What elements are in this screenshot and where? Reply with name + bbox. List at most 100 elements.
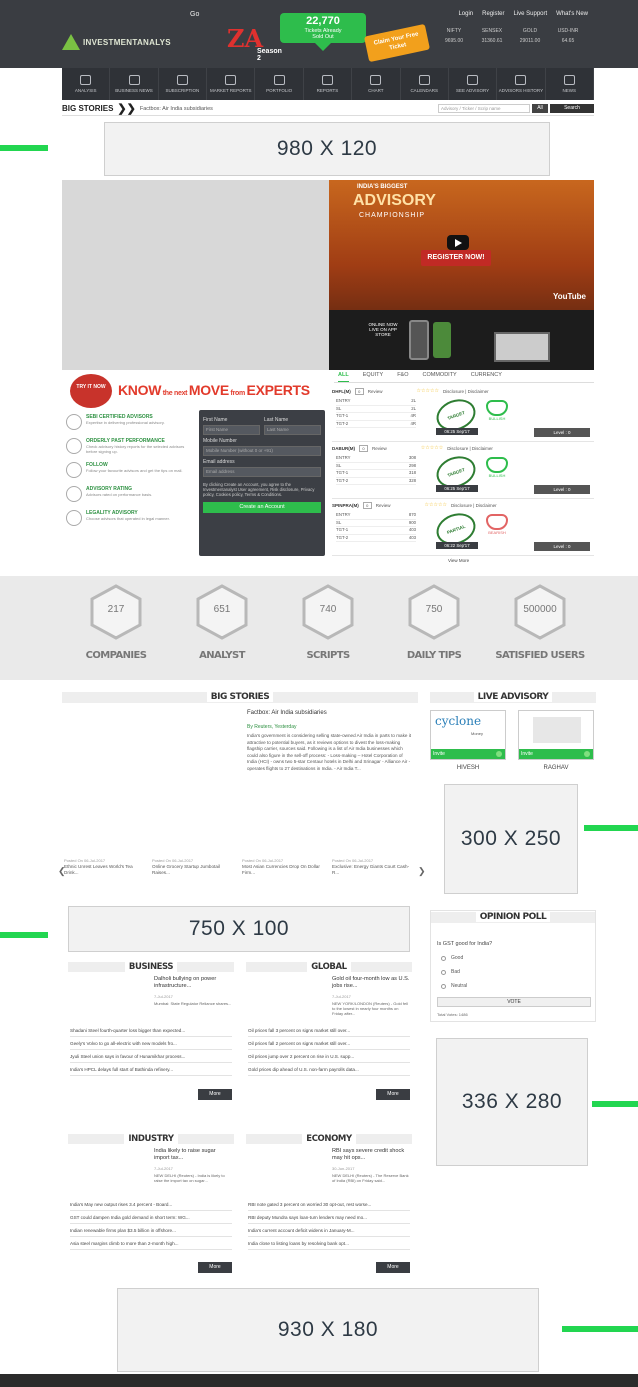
site-logo[interactable]: INVESTMENTANALYS [62, 30, 171, 54]
carousel-item[interactable]: Posted On 06-Jul-2017 Online Grocery Star… [152, 858, 234, 876]
news-link[interactable]: Oil prices fall 3 percent on signs marke… [248, 1024, 410, 1037]
news-title[interactable]: India likely to raise sugar import tax..… [154, 1148, 232, 1161]
news-link[interactable]: India's HPCL delays full start of Bathin… [70, 1063, 232, 1076]
review-link[interactable]: Review [368, 389, 383, 394]
poll-option[interactable]: Bad [441, 969, 460, 975]
news-link[interactable]: Oil prices jump over 2 percent on rise i… [248, 1050, 410, 1063]
news-link[interactable]: RBI deputy Mundra says loan-turn lenders… [248, 1211, 410, 1224]
disclosure-link[interactable]: Disclosure | Disclaimer [447, 446, 493, 451]
ad-placeholder-wide[interactable]: 750 X 100 [68, 906, 410, 952]
news-link[interactable]: Asia steel margins climb to more than 2-… [70, 1237, 232, 1250]
tip-card[interactable]: DHFL(M) 0 Review ☆☆☆☆☆ Disclosure | Disclaim… [332, 386, 594, 442]
radio-icon[interactable] [441, 983, 446, 989]
search-input[interactable]: Advisory / Ticker / Scrip name [438, 104, 530, 113]
tab-fno[interactable]: F&O [397, 372, 408, 382]
search-button[interactable]: Search [550, 104, 594, 113]
live-support-link[interactable]: Live Support [513, 11, 547, 17]
story-title[interactable]: Factbox: Air India subsidiaries [247, 710, 327, 716]
nav-item-analysis[interactable]: Analysis [62, 68, 111, 100]
tip-name[interactable]: SPINPRA(M) [332, 503, 359, 508]
news-link[interactable]: Jyuli Steel union says in favour of Huna… [70, 1050, 232, 1063]
ad-placeholder-top[interactable]: 980 X 120 [104, 122, 550, 176]
tip-card[interactable]: SPINPRA(M) 0 Review ☆☆☆☆☆ Disclosure | Discl… [332, 500, 594, 556]
ad-placeholder-mid[interactable]: 300 X 250 [444, 784, 578, 894]
nav-item-see-advisory[interactable]: SEE Advisory [449, 68, 498, 100]
tab-equity[interactable]: EQUITY [363, 372, 383, 382]
economy-more-button[interactable]: More [376, 1262, 410, 1273]
global-more-button[interactable]: More [376, 1089, 410, 1100]
story-image[interactable] [68, 706, 240, 816]
last-name-field[interactable]: Last Name [264, 425, 321, 435]
ticker-headline[interactable]: Factbox: Air India subsidiaries [140, 106, 213, 112]
radio-icon[interactable] [441, 969, 446, 975]
register-link[interactable]: Register [482, 11, 504, 17]
news-link[interactable]: GST could dampen India gold demand in sh… [70, 1211, 232, 1224]
carousel-item[interactable]: Posted On 06-Jul-2017 Most Asian Currenci… [242, 858, 324, 876]
nav-item-news[interactable]: News [546, 68, 594, 100]
ad-placeholder-bottom[interactable]: 930 X 180 [117, 1288, 539, 1372]
news-title[interactable]: Gold oil four-month low as U.S. jobs ris… [332, 976, 410, 989]
claim-ticket-badge[interactable]: Claim Your Free Ticket [363, 23, 431, 63]
business-featured[interactable]: Dalholi bullying on power infrastructure… [70, 976, 232, 1022]
vote-button[interactable]: VOTE [437, 997, 591, 1007]
news-link[interactable]: Indian renewable firms plan $3.5 billion… [70, 1224, 232, 1237]
login-link[interactable]: Login [458, 11, 473, 17]
news-link[interactable]: Shadani Steel fourth-quarter loss bigger… [70, 1024, 232, 1037]
review-link[interactable]: Review [372, 446, 387, 451]
news-title[interactable]: RBI says severe credit shock may hit ops… [332, 1148, 410, 1161]
news-link[interactable]: Gold prices dip ahead of U.S. non-farm p… [248, 1063, 410, 1076]
tab-commodity[interactable]: COMMODITY [423, 372, 457, 382]
review-link[interactable]: Review [376, 503, 391, 508]
chevron-right-icon[interactable]: ❯ [418, 866, 426, 877]
disclosure-link[interactable]: Disclosure | Disclaimer [443, 389, 489, 394]
carousel-item[interactable]: Posted On 06-Jul-2017 Ethnic Unrest Leave… [64, 858, 146, 876]
invite-button[interactable]: Invite [431, 749, 505, 759]
nav-item-calendars[interactable]: Calendars [401, 68, 449, 100]
advisor-card[interactable]: cyclone Money Invite [430, 710, 506, 760]
economy-featured[interactable]: RBI says severe credit shock may hit ops… [248, 1148, 410, 1194]
tab-all[interactable]: ALL [338, 372, 349, 382]
news-link[interactable]: Geely's Volvo to go all-electric with ne… [70, 1037, 232, 1050]
mobile-field[interactable]: Mobile Number (without 0 or +91) [203, 446, 321, 456]
video-placeholder[interactable] [62, 180, 329, 370]
disclosure-link[interactable]: Disclosure | Disclaimer [451, 503, 497, 508]
global-featured[interactable]: Gold oil four-month low as U.S. jobs ris… [248, 976, 410, 1022]
advisor-card[interactable]: Invite [518, 710, 594, 760]
news-link[interactable]: RBI note gated 3 percent on worried 30 o… [248, 1198, 410, 1211]
view-more-link[interactable]: View More [448, 558, 469, 563]
nav-item-reports[interactable]: Reports [304, 68, 353, 100]
play-icon[interactable] [447, 235, 469, 250]
news-link[interactable]: India's current account deficit widens i… [248, 1224, 410, 1237]
create-account-button[interactable]: Create an Account [203, 502, 321, 513]
business-more-button[interactable]: More [198, 1089, 232, 1100]
radio-icon[interactable] [441, 955, 446, 961]
email-field[interactable]: Email address [203, 467, 321, 477]
championship-promo[interactable]: INDIA'S BIGGEST ADVISORY CHAMPIONSHIP RE… [329, 180, 594, 370]
news-link[interactable]: India's May new output rises 3.4 percent… [70, 1198, 232, 1211]
nav-item-chart[interactable]: Chart [352, 68, 401, 100]
tab-currency[interactable]: CURRENCY [471, 372, 502, 382]
poll-option[interactable]: Neutral [441, 983, 467, 989]
tip-name[interactable]: DABUR(M) [332, 446, 355, 451]
poll-option[interactable]: Good [441, 955, 463, 961]
news-link[interactable]: Oil prices fall 2 percent on signs marke… [248, 1037, 410, 1050]
go-button[interactable]: Go [190, 11, 199, 18]
nav-item-business-news[interactable]: Business News [110, 68, 159, 100]
carousel-item[interactable]: Posted On 06-Jul-2017 Exclusive: Energy G… [332, 858, 414, 876]
news-link[interactable]: India close to listing loans by resolvin… [248, 1237, 410, 1250]
nav-item-portfolio[interactable]: Portfolio [255, 68, 304, 100]
nav-item-advisors-history[interactable]: Advisors History [497, 68, 546, 100]
tip-name[interactable]: DHFL(M) [332, 389, 351, 394]
championship-logo[interactable]: ZA Season 2 [223, 22, 285, 62]
ad-placeholder-side[interactable]: 336 X 280 [436, 1038, 588, 1166]
search-category-select[interactable]: All [532, 104, 548, 113]
tip-card[interactable]: DABUR(M) 0 Review ☆☆☆☆☆ Disclosure | Disclai… [332, 443, 594, 499]
first-name-field[interactable]: First Name [203, 425, 260, 435]
register-now-button[interactable]: REGISTER NOW! [421, 250, 491, 266]
nav-item-market-reports[interactable]: Market Reports [207, 68, 256, 100]
tickets-sold-banner[interactable]: 22,770 Tickets Already Sold Out [280, 13, 366, 51]
industry-more-button[interactable]: More [198, 1262, 232, 1273]
nav-item-subscription[interactable]: Subscription [159, 68, 208, 100]
news-title[interactable]: Dalholi bullying on power infrastructure… [154, 976, 232, 989]
industry-featured[interactable]: India likely to raise sugar import tax..… [70, 1148, 232, 1194]
